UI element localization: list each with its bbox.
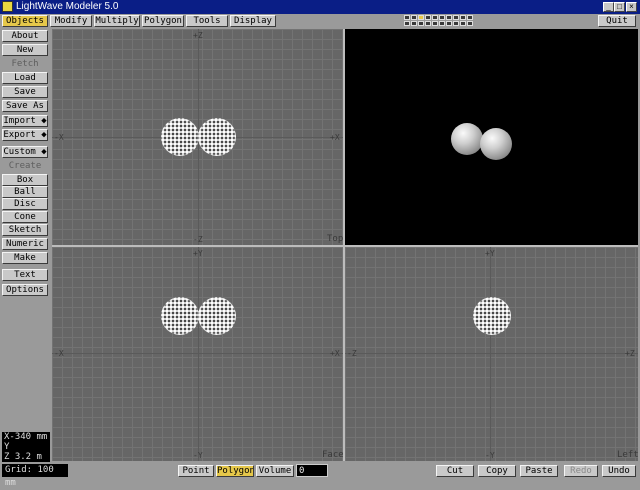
viewport-perspective[interactable]: [345, 29, 638, 245]
coord-z: Z 3.2 m: [4, 452, 42, 462]
make-button[interactable]: Make: [2, 252, 48, 264]
tab-objects[interactable]: Objects: [2, 15, 48, 27]
viewport-name: Left: [617, 450, 638, 460]
import-button[interactable]: Import ◆: [2, 115, 48, 127]
load-button[interactable]: Load: [2, 72, 48, 84]
viewport-divider-vertical[interactable]: [343, 29, 345, 461]
app-icon: [2, 1, 13, 12]
layer-button-1[interactable]: [404, 15, 410, 20]
tab-display[interactable]: Display: [230, 15, 276, 27]
save-button[interactable]: Save: [2, 86, 48, 98]
create-header: Create: [8, 161, 42, 171]
axis-label-right: +Z: [625, 349, 635, 358]
point-mode-button[interactable]: Point: [178, 465, 214, 477]
axis-label-left: -X: [54, 349, 64, 358]
title-bar: LightWave Modeler 5.0 _ □ ×: [0, 0, 640, 14]
ball-button[interactable]: Ball: [2, 186, 48, 198]
numeric-button[interactable]: Numeric: [2, 238, 48, 250]
coord-y: Y: [4, 442, 10, 452]
layer-button-19[interactable]: [460, 21, 466, 26]
volume-mode-button[interactable]: Volume: [256, 465, 294, 477]
layer-button-14[interactable]: [425, 21, 431, 26]
viewport-left[interactable]: +Y -Y -Z +Z Left: [345, 247, 638, 461]
disc-button[interactable]: Disc: [2, 198, 48, 210]
about-button[interactable]: About: [2, 30, 48, 42]
layer-button-18[interactable]: [453, 21, 459, 26]
window-title: LightWave Modeler 5.0: [16, 1, 119, 12]
axis-label-top: +Y: [485, 249, 495, 258]
layer-button-16[interactable]: [439, 21, 445, 26]
layer-button-17[interactable]: [446, 21, 452, 26]
axis-label-left: -X: [54, 133, 64, 142]
viewport-divider-horizontal[interactable]: [52, 245, 638, 247]
numeric-input[interactable]: 0: [296, 464, 328, 477]
layer-button-13[interactable]: [418, 21, 424, 26]
box-button[interactable]: Box: [2, 174, 48, 186]
ball-object-1: [161, 297, 199, 335]
paste-button[interactable]: Paste: [520, 465, 558, 477]
polygon-mode-button[interactable]: Polygon: [216, 465, 254, 477]
layer-button-9[interactable]: [460, 15, 466, 20]
axis-label-top: +Y: [193, 249, 203, 258]
axis-label-right: +X: [330, 133, 340, 142]
viewport-face[interactable]: +Y -Y -X +X Face: [52, 247, 343, 461]
layer-button-11[interactable]: [404, 21, 410, 26]
axis-label-right: +X: [330, 349, 340, 358]
shaded-ball-1: [451, 123, 483, 155]
export-button[interactable]: Export ◆: [2, 129, 48, 141]
layer-button-2[interactable]: [411, 15, 417, 20]
coordinate-readout: X-340 mm Y Z 3.2 m: [2, 432, 50, 462]
viewport-name: Top: [327, 234, 343, 244]
ball-object-2: [198, 297, 236, 335]
layer-button-3[interactable]: [418, 15, 424, 20]
minimize-button[interactable]: _: [603, 2, 614, 12]
maximize-button[interactable]: □: [614, 2, 625, 12]
layer-button-10[interactable]: [467, 15, 473, 20]
viewport-top[interactable]: +Z -Z -X +X Top: [52, 29, 343, 245]
custom-button[interactable]: Custom ◆: [2, 146, 48, 158]
layer-button-7[interactable]: [446, 15, 452, 20]
viewport-axis-horizontal: [345, 353, 638, 354]
sketch-button[interactable]: Sketch: [2, 224, 48, 236]
viewport-axis-vertical: [198, 247, 199, 461]
tab-multiply[interactable]: Multiply: [94, 15, 140, 27]
grid-size-display: Grid: 100 mm: [2, 464, 68, 488]
ball-object-2: [198, 118, 236, 156]
menu-bar: Objects Modify Multiply Polygon Tools Di…: [0, 14, 640, 29]
coord-x: X-340 mm: [4, 432, 48, 442]
layer-button-6[interactable]: [439, 15, 445, 20]
close-button[interactable]: ×: [626, 2, 637, 12]
fetch-label: Fetch: [11, 59, 39, 69]
ball-object-1: [473, 297, 511, 335]
new-button[interactable]: New: [2, 44, 48, 56]
layer-button-4[interactable]: [425, 15, 431, 20]
viewport-name: Face: [322, 450, 343, 460]
quit-button[interactable]: Quit: [598, 15, 636, 27]
undo-button[interactable]: Undo: [602, 465, 636, 477]
text-button[interactable]: Text: [2, 269, 48, 281]
redo-button[interactable]: Redo: [564, 465, 598, 477]
cone-button[interactable]: Cone: [2, 211, 48, 223]
viewport-axis-vertical: [490, 247, 491, 461]
axis-label-bottom: -Y: [485, 451, 495, 460]
cut-button[interactable]: Cut: [436, 465, 474, 477]
layer-button-15[interactable]: [432, 21, 438, 26]
tab-polygon[interactable]: Polygon: [142, 15, 184, 27]
tab-tools[interactable]: Tools: [186, 15, 228, 27]
layer-buttons: [404, 14, 484, 27]
axis-label-top: +Z: [193, 31, 203, 40]
tab-modify[interactable]: Modify: [50, 15, 92, 27]
axis-label-bottom: -Z: [193, 235, 203, 244]
layer-button-5[interactable]: [432, 15, 438, 20]
save-as-button[interactable]: Save As: [2, 100, 48, 112]
axis-label-bottom: -Y: [193, 451, 203, 460]
ball-object-1: [161, 118, 199, 156]
layer-button-20[interactable]: [467, 21, 473, 26]
layer-button-8[interactable]: [453, 15, 459, 20]
layer-button-12[interactable]: [411, 21, 417, 26]
options-button[interactable]: Options: [2, 284, 48, 296]
axis-label-left: -Z: [347, 349, 357, 358]
copy-button[interactable]: Copy: [478, 465, 516, 477]
shaded-ball-2: [480, 128, 512, 160]
